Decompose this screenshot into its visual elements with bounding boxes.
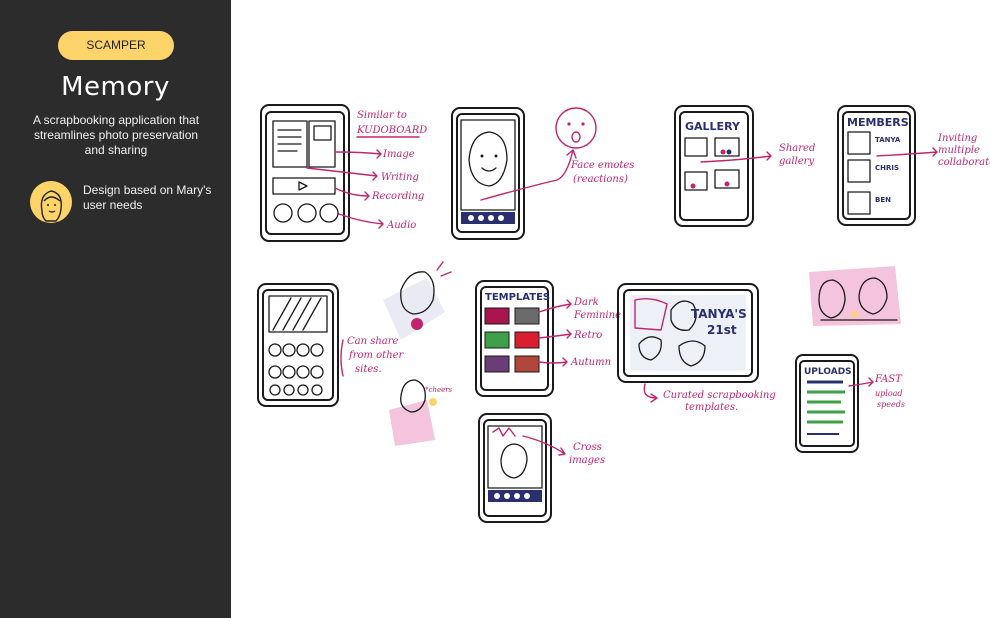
note-dark: Dark xyxy=(573,297,599,308)
sketch-templates-phone: TEMPLATES xyxy=(475,280,554,397)
note-sites: sites. xyxy=(355,364,382,375)
note-shared: Shared xyxy=(779,143,815,154)
note-can-share: Can share xyxy=(347,336,399,347)
persona-note: Design based on Mary's user needs xyxy=(83,183,212,212)
note-from-other: from other xyxy=(348,350,405,361)
note-curated: Curated scrapbooking xyxy=(663,390,776,401)
illustration-friends-table xyxy=(809,266,901,326)
illustration-girl-phone xyxy=(383,261,452,340)
note-images: images xyxy=(569,455,605,466)
sketch-share-phone xyxy=(257,283,339,407)
note-recording: Recording xyxy=(371,191,424,202)
member-1: TANYA xyxy=(875,136,901,144)
page-title: Memory xyxy=(61,72,170,102)
crown-annotations: Cross images xyxy=(522,435,605,466)
sketch-members-phone: MEMBERS TANYA CHRIS BEN xyxy=(837,105,916,226)
note-upload: upload xyxy=(875,389,903,398)
note-audio: Audio xyxy=(386,220,416,231)
note-reactions: (reactions) xyxy=(573,174,628,185)
poster-title: TANYA'S xyxy=(691,307,747,321)
note-autumn: Autumn xyxy=(570,357,611,368)
note-fast: FAST xyxy=(874,374,903,385)
members-title: MEMBERS xyxy=(847,116,909,129)
gallery-annotations: Shared gallery xyxy=(700,143,815,167)
note-speeds: speeds xyxy=(877,400,905,409)
poster-subtitle: 21st xyxy=(707,323,737,337)
persona-avatar-icon xyxy=(40,190,62,222)
sketch-poster-landscape: TANYA'S 21st xyxy=(617,283,759,383)
gallery-title: GALLERY xyxy=(685,120,741,133)
sketch-gallery-phone: GALLERY xyxy=(674,105,754,227)
note-writing: Writing xyxy=(381,172,419,183)
member-3: BEN xyxy=(875,196,891,204)
note-retro: Retro xyxy=(573,330,602,341)
sketch-uploads-phone: UPLOADS xyxy=(795,354,859,453)
member-2: CHRIS xyxy=(875,164,899,172)
sketch-canvas: Similar to KUDOBOARD Image Writing Recor… xyxy=(231,0,990,618)
poster-annotations: Curated scrapbooking templates. xyxy=(643,383,776,413)
templates-title: TEMPLATES xyxy=(485,292,550,303)
sketch-face-emote-phone xyxy=(451,107,525,240)
note-similar: Similar to xyxy=(357,110,407,121)
note-image: Image xyxy=(382,149,415,160)
kudoboard-annotations: Similar to KUDOBOARD Image Writing Recor… xyxy=(306,110,427,231)
share-annotations: Can share from other sites. xyxy=(340,336,405,377)
templates-annotations: Dark Feminine Retro Autumn xyxy=(538,297,621,368)
note-multiple: multiple xyxy=(938,145,980,156)
note-face-emotes: Face emotes xyxy=(570,160,634,171)
sidebar: SCAMPER Memory A scrapbooking applicatio… xyxy=(0,0,231,618)
scamper-badge[interactable]: SCAMPER xyxy=(58,31,174,60)
note-inviting: Inviting xyxy=(937,133,977,144)
note-feminine: Feminine xyxy=(573,310,621,321)
illustration-girl-cheers: *cheers xyxy=(389,379,453,446)
persona-avatar xyxy=(30,181,72,223)
note-cross: Cross xyxy=(573,442,602,453)
note-templates: templates. xyxy=(685,402,738,413)
uploads-title: UPLOADS xyxy=(804,367,852,377)
sketch-crown-phone xyxy=(478,413,552,523)
sketch-board: Similar to KUDOBOARD Image Writing Recor… xyxy=(257,104,990,523)
note-gallery: gallery xyxy=(779,156,814,167)
sketch-kudoboard-phone xyxy=(260,104,350,242)
note-kudoboard: KUDOBOARD xyxy=(356,125,427,136)
note-cheers: *cheers xyxy=(425,386,453,394)
face-emote-annotations: Face emotes (reactions) xyxy=(480,107,634,201)
note-collaborators: collaborators. xyxy=(938,157,990,168)
app-description: A scrapbooking application that streamli… xyxy=(32,113,200,157)
